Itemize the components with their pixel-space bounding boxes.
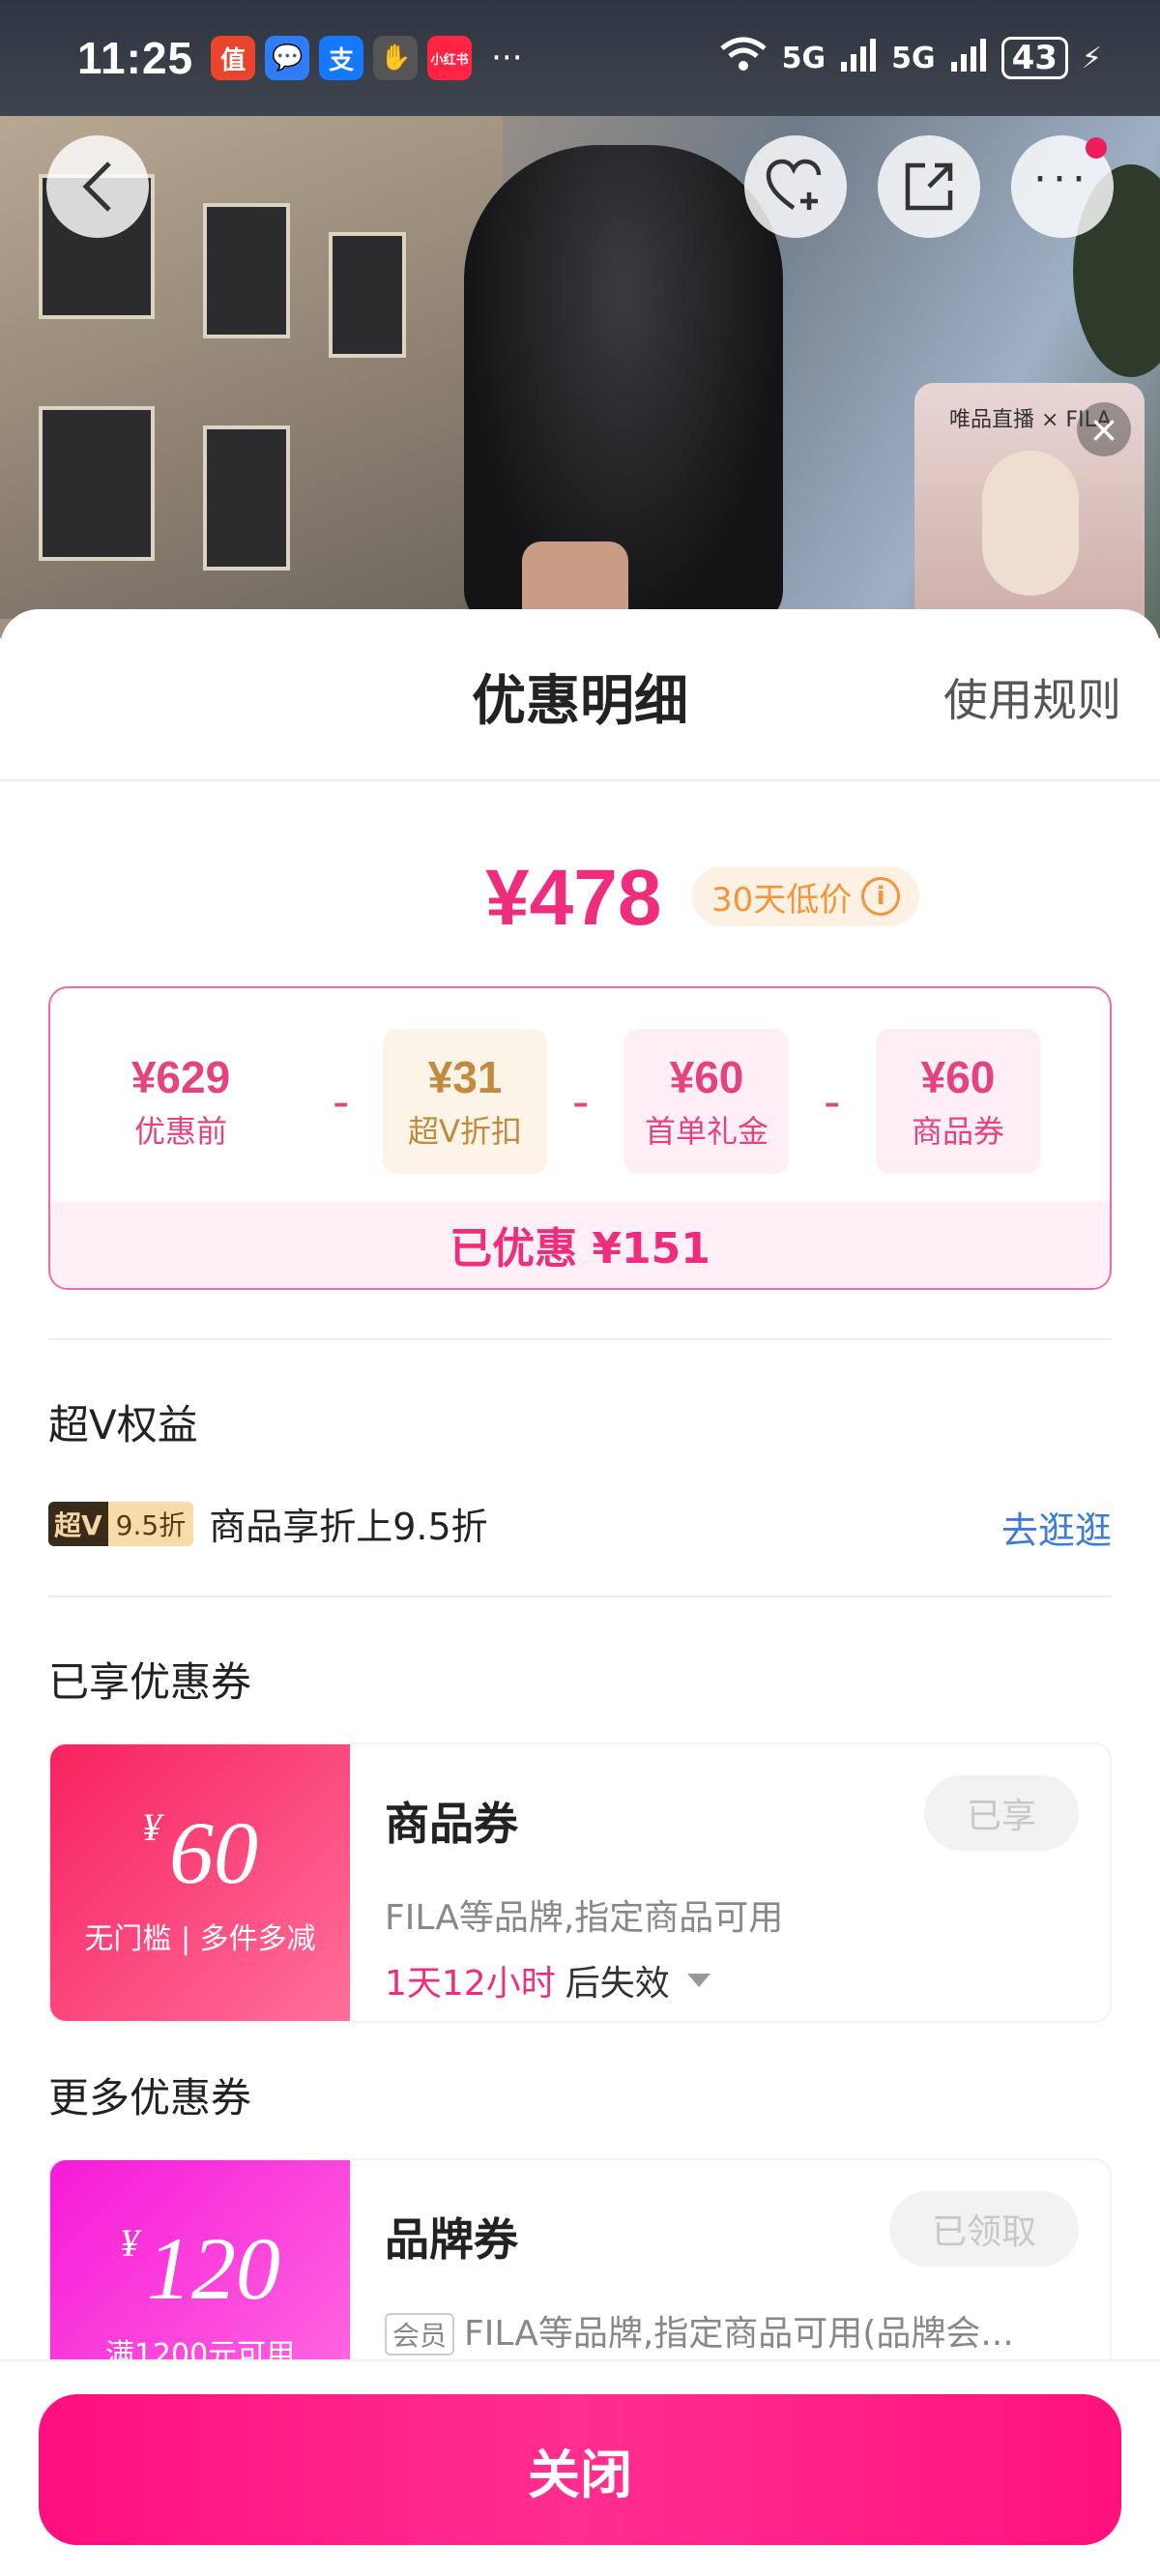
coupon-name: 商品券 [385,1798,518,1850]
info-icon: i [861,877,901,916]
coupon-expiry-time: 1天12小时 [385,1964,556,2004]
first-order-gift-item: ¥60 首单礼金 [624,1029,789,1174]
coupon-amount-value: 60 [169,1803,258,1902]
super-v-discount-item: ¥31 超V折扣 [383,1029,547,1174]
live-close-button[interactable]: × [1077,402,1131,456]
super-v-badge-discount: 9.5折 [107,1501,194,1546]
share-icon [905,162,953,211]
breakdown-value: ¥60 [669,1052,744,1102]
alipay-icon: 支 [319,36,364,80]
header-divider [0,779,1160,781]
favorite-button[interactable] [744,135,847,238]
member-tag: 会员 [385,2313,455,2356]
more-notifications-icon: ··· [491,39,523,77]
breakdown-label: 商品券 [911,1113,1004,1150]
breakdown-value: ¥629 [130,1052,231,1102]
minus-sign: - [333,1075,350,1129]
section-divider [48,1338,1112,1340]
status-right: 5G 5G 43 ⚡ [718,35,1102,81]
charging-icon: ⚡ [1081,41,1102,75]
status-time: 11:25 [77,33,194,83]
coupon-currency: ¥ [120,2221,139,2265]
share-button[interactable] [878,135,980,238]
signal-icon [949,35,988,81]
coupon-description: FILA等品牌,指定商品可用(品牌会... [464,2314,1014,2354]
xiaohongshu-icon: 小红书 [427,36,473,80]
used-coupons-section-title: 已享优惠券 [48,1658,252,1706]
coupon-amount: ¥60 [142,1805,258,1898]
product-coupon-card: ¥60 无门槛 | 多件多减 商品券 FILA等品牌,指定商品可用 1天12小时… [48,1742,1112,2023]
super-v-badge-main: 超V [48,1501,108,1546]
super-v-badge: 超V 9.5折 [48,1501,194,1546]
caret-down-icon [686,1974,710,1987]
breakdown-value: ¥31 [427,1052,503,1102]
super-v-benefit-row: 超V 9.5折 商品享折上9.5折 [48,1497,488,1550]
coupon-description: FILA等品牌,指定商品可用 [385,1898,784,1938]
close-icon: × [1088,408,1119,451]
hand-app-icon: ✋ [373,36,419,80]
more-coupons-section-title: 更多优惠券 [48,2074,252,2122]
more-dots-icon: ··· [1033,154,1091,204]
price-breakdown: ¥629 优惠前 - ¥31 超V折扣 - ¥60 首单礼金 - ¥60 商品券… [48,986,1112,1290]
status-bar: 11:25 值 💬 支 ✋ 小红书 ··· 5G 5G 43 ⚡ [0,0,1160,116]
live-host-image [982,451,1079,596]
breakdown-label: 超V折扣 [408,1113,522,1150]
back-button[interactable] [46,135,149,238]
coupon-expiry-suffix: 后失效 [565,1964,670,2004]
breakdown-label: 首单礼金 [644,1113,768,1150]
wifi-icon [718,35,768,81]
coupon-amount-value: 120 [147,2219,280,2318]
notification-icons: 值 💬 支 ✋ 小红书 ··· [211,36,523,80]
minus-sign: - [572,1075,590,1129]
total-saved: 已优惠 ¥151 [50,1201,1110,1288]
breakdown-pointer [613,988,650,1006]
original-price-item: ¥629 优惠前 [99,1029,263,1174]
usage-rules-link[interactable]: 使用规则 [943,665,1121,729]
message-app-icon: 💬 [265,36,310,80]
low-price-tag[interactable]: 30天低价 i [692,866,920,926]
browse-link[interactable]: 去逛逛 [1001,1501,1112,1554]
coupon-condition: 无门槛 | 多件多减 [84,1922,316,1956]
coupon-description-row: 会员 FILA等品牌,指定商品可用(品牌会... [385,2305,1014,2356]
zhi-app-icon: 值 [211,36,256,80]
coupon-amount: ¥120 [120,2221,280,2314]
close-button[interactable]: 关闭 [39,2394,1121,2545]
coupon-currency: ¥ [142,1805,161,1849]
super-v-benefit-text: 商品享折上9.5折 [209,1506,488,1548]
coupon-status-button[interactable]: 已领取 [889,2191,1079,2267]
coupon-status-button[interactable]: 已享 [924,1775,1079,1851]
network-label-1: 5G [781,41,826,75]
chevron-left-icon [82,161,111,212]
final-price: ¥478 [485,854,662,942]
super-v-section-title: 超V权益 [48,1401,198,1449]
minus-sign: - [824,1075,841,1129]
coupon-perforation [340,1744,360,2021]
network-label-2: 5G [891,41,936,75]
breakdown-value: ¥60 [920,1052,996,1102]
product-coupon-item: ¥60 商品券 [876,1029,1040,1174]
signal-icon [839,35,878,81]
breakdown-label: 优惠前 [133,1113,227,1150]
coupon-expiry[interactable]: 1天12小时 后失效 [385,1955,710,2005]
coupon-name: 品牌券 [385,2213,518,2266]
coupon-value-panel: ¥60 无门槛 | 多件多减 [50,1744,350,2021]
low-price-label: 30天低价 [711,880,853,920]
heart-add-icon [766,159,822,210]
notification-dot [1086,137,1107,159]
battery-indicator: 43 [1000,37,1068,79]
section-divider [48,1595,1112,1597]
